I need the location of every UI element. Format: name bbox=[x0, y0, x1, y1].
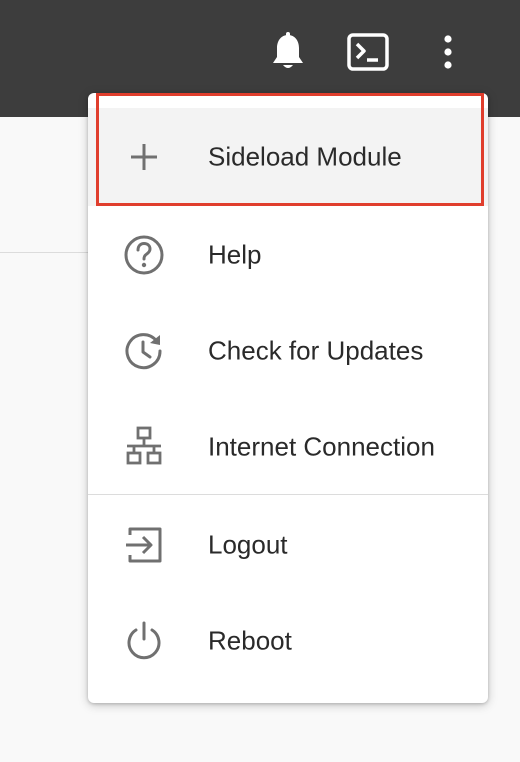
power-icon bbox=[122, 619, 166, 663]
menu-item-label: Logout bbox=[208, 529, 288, 560]
menu-item-label: Reboot bbox=[208, 625, 292, 656]
plus-icon bbox=[122, 135, 166, 179]
logout-icon bbox=[122, 523, 166, 567]
more-vertical-icon[interactable] bbox=[426, 30, 470, 74]
overflow-menu: Sideload Module Help Check for Updates I… bbox=[88, 93, 488, 703]
menu-item-sideload-module[interactable]: Sideload Module bbox=[88, 108, 488, 206]
terminal-icon[interactable] bbox=[346, 30, 390, 74]
menu-item-check-for-updates[interactable]: Check for Updates bbox=[88, 303, 488, 399]
menu-item-reboot[interactable]: Reboot bbox=[88, 593, 488, 689]
page-divider bbox=[0, 252, 100, 253]
menu-item-help[interactable]: Help bbox=[88, 207, 488, 303]
menu-item-label: Internet Connection bbox=[208, 431, 435, 462]
menu-item-label: Help bbox=[208, 239, 262, 270]
menu-item-logout[interactable]: Logout bbox=[88, 497, 488, 593]
menu-item-label: Sideload Module bbox=[208, 141, 402, 172]
update-clock-icon bbox=[122, 329, 166, 373]
help-circle-icon bbox=[122, 233, 166, 277]
menu-divider bbox=[88, 494, 488, 495]
menu-item-label: Check for Updates bbox=[208, 335, 424, 366]
menu-item-internet-connection[interactable]: Internet Connection bbox=[88, 399, 488, 495]
network-icon bbox=[122, 425, 166, 469]
bell-icon[interactable] bbox=[266, 30, 310, 74]
